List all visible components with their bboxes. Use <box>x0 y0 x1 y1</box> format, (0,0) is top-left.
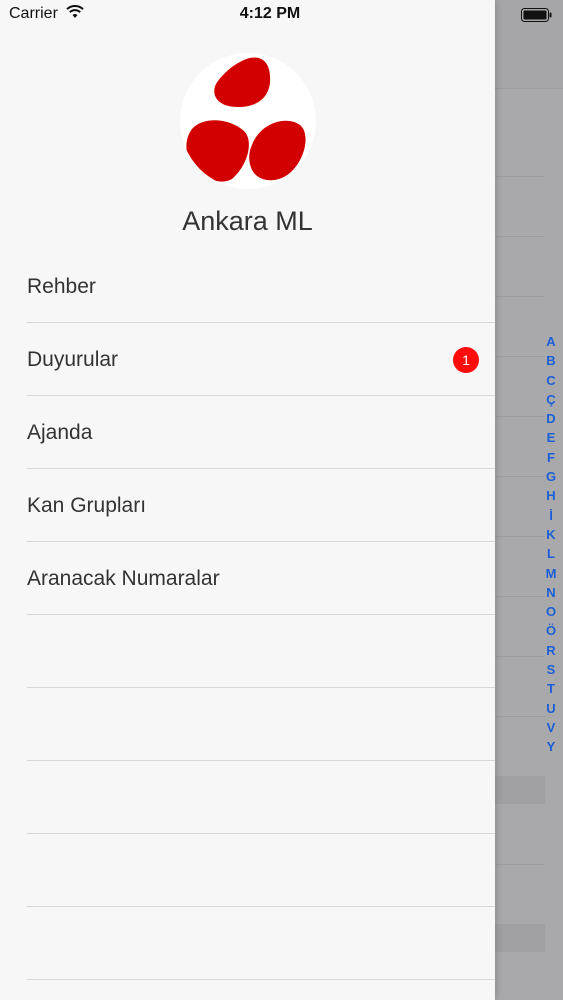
menu-item-label: Aranacak Numaralar <box>27 566 220 590</box>
clock-time: 4:12 PM <box>239 5 301 22</box>
notification-badge: 1 <box>453 347 479 373</box>
organization-name: Ankara ML <box>182 206 313 236</box>
menu-item-label: Duyurular <box>27 347 119 371</box>
menu-item-aranacak-numaralar[interactable]: Aranacak Numaralar <box>0 542 495 615</box>
background-row-divider <box>495 476 545 477</box>
index-letter[interactable]: V <box>547 718 556 737</box>
background-row-divider <box>495 356 545 357</box>
index-letter[interactable]: A <box>546 332 555 351</box>
index-letter[interactable]: Y <box>547 737 556 756</box>
background-row-divider <box>495 536 545 537</box>
index-letter[interactable]: O <box>546 602 556 621</box>
background-row-divider <box>495 416 545 417</box>
empty-row <box>0 834 495 907</box>
background-section-header <box>495 776 545 804</box>
menu-item-label: Ajanda <box>27 420 93 444</box>
index-letter[interactable]: D <box>546 409 555 428</box>
index-letter[interactable]: İ <box>549 506 553 525</box>
index-letter[interactable]: H <box>546 486 555 505</box>
index-letter[interactable]: R <box>546 641 555 660</box>
index-letter[interactable]: L <box>547 544 555 563</box>
index-letter[interactable]: E <box>547 428 556 447</box>
section-index-bar[interactable]: ABCÇDEFGHİKLMNOÖRSTUVY <box>539 332 563 757</box>
index-letter[interactable]: Ö <box>546 621 556 640</box>
menu-item-label: Rehber <box>27 274 96 298</box>
background-row-divider <box>495 864 545 865</box>
menu-item-duyurular[interactable]: Duyurular 1 <box>0 323 495 396</box>
index-letter[interactable]: Ç <box>546 390 555 409</box>
background-row-divider <box>495 236 545 237</box>
index-letter[interactable]: F <box>547 448 555 467</box>
index-letter[interactable]: N <box>546 583 555 602</box>
index-letter[interactable]: G <box>546 467 556 486</box>
status-bar: Carrier 4:12 PM <box>0 0 563 30</box>
empty-row <box>0 907 495 980</box>
index-letter[interactable]: S <box>547 660 556 679</box>
index-letter[interactable]: U <box>546 699 555 718</box>
drawer-menu: Rehber Duyurular 1 Ajanda Kan Grupları A… <box>0 250 495 980</box>
menu-item-kan-gruplari[interactable]: Kan Grupları <box>0 469 495 542</box>
background-row-divider <box>495 716 545 717</box>
empty-row <box>0 615 495 688</box>
background-row-divider <box>495 176 545 177</box>
ankara-ml-logo <box>180 53 316 189</box>
index-letter[interactable]: T <box>547 679 555 698</box>
index-letter[interactable]: M <box>546 564 557 583</box>
empty-row <box>0 688 495 761</box>
background-row-divider <box>495 656 545 657</box>
menu-divider <box>27 979 495 980</box>
background-section-header <box>495 924 545 952</box>
side-drawer: Ankara ML Rehber Duyurular 1 Ajanda Kan … <box>0 0 495 1000</box>
index-letter[interactable]: B <box>546 351 555 370</box>
index-letter[interactable]: C <box>546 371 555 390</box>
index-letter[interactable]: K <box>546 525 555 544</box>
menu-item-rehber[interactable]: Rehber <box>0 250 495 323</box>
battery-icon <box>521 8 552 22</box>
empty-row <box>0 761 495 834</box>
menu-item-label: Kan Grupları <box>27 493 147 517</box>
background-row-divider <box>495 296 545 297</box>
background-row-divider <box>495 596 545 597</box>
menu-item-ajanda[interactable]: Ajanda <box>0 396 495 469</box>
